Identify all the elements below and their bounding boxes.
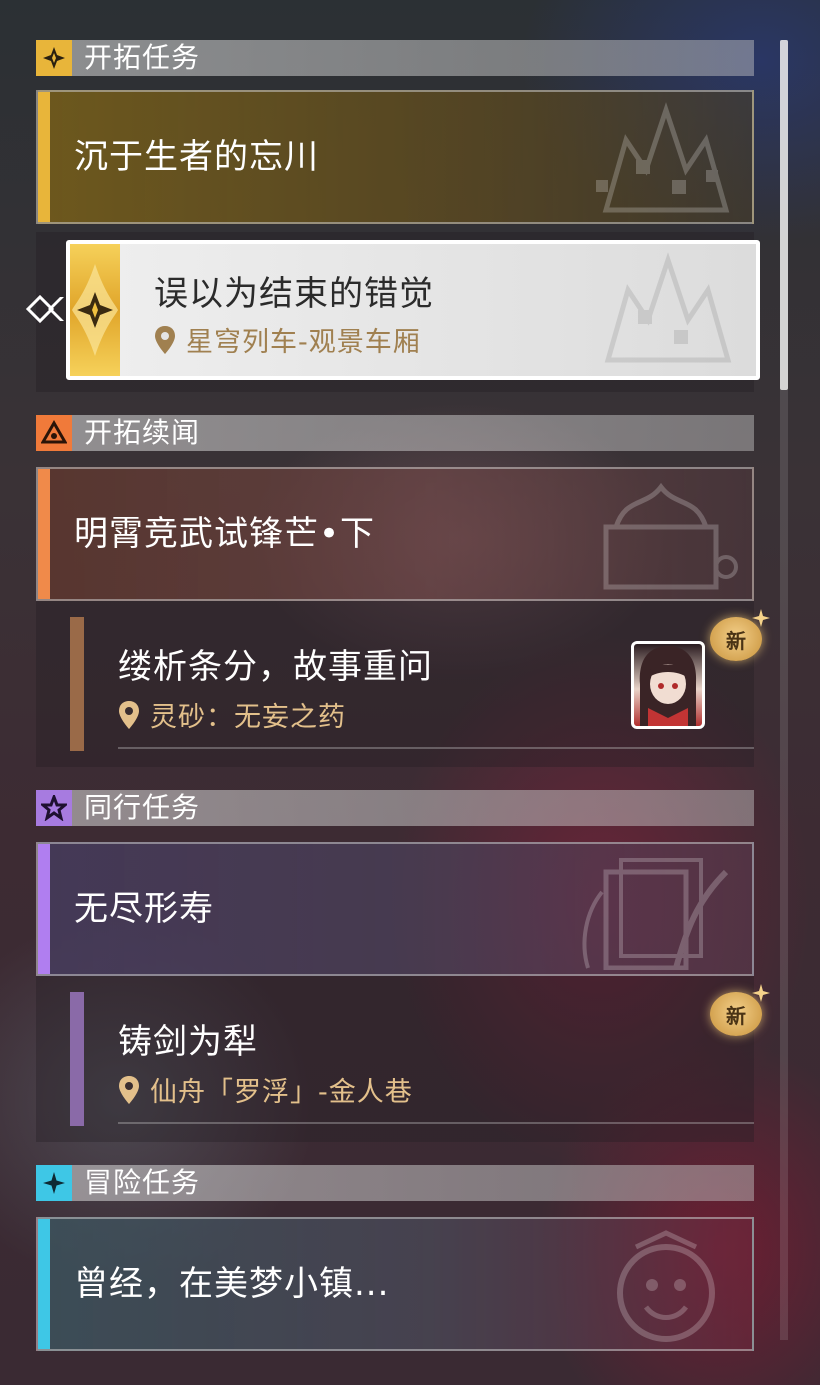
quest-card-stripe <box>38 1219 50 1349</box>
quest-sub-title: 铸剑为犁 <box>118 1022 258 1062</box>
quest-sub-location: 灵砂：无妄之药 <box>118 695 346 734</box>
divider <box>118 747 754 749</box>
section-title: 开拓续闻 <box>84 416 201 449</box>
quest-sub-title: 缕析条分，故事重问 <box>118 647 433 687</box>
quest-sub-card-selected[interactable]: 误以为结束的错觉 星穹列车-观景车厢 <box>66 240 760 380</box>
quest-title: 明霄竞武试锋芒•下 <box>74 514 376 554</box>
quest-sub-location: 星穹列车-观景车厢 <box>154 320 421 359</box>
quest-card-main[interactable]: 沉于生者的忘川 <box>36 90 754 224</box>
quest-card-stripe <box>38 469 50 599</box>
quest-sub-group[interactable]: 铸剑为犁 仙舟「罗浮」-金人巷 新 <box>36 976 770 1142</box>
sparkle-icon <box>752 609 770 627</box>
smiley-badge-emblem-icon <box>617 1230 715 1342</box>
quest-sub-bar <box>70 992 84 1126</box>
dragon-emblem-icon <box>596 102 730 213</box>
quest-card-main[interactable]: 曾经，在美梦小镇... <box>36 1217 754 1351</box>
sparkle-icon <box>36 1165 72 1201</box>
quest-type-emblem <box>70 244 120 376</box>
trailblaze-diamond-icon <box>36 40 72 76</box>
section-header-companion: 同行任务 <box>36 790 754 826</box>
location-pin-icon <box>155 325 175 354</box>
quest-title: 无尽形寿 <box>74 889 214 929</box>
quest-title: 曾经，在美梦小镇... <box>74 1264 390 1304</box>
section-title: 冒险任务 <box>84 1166 201 1199</box>
location-text: 灵砂：无妄之药 <box>150 702 346 733</box>
quest-card-main[interactable]: 明霄竞武试锋芒•下 <box>36 467 754 601</box>
flame-gate-emblem-icon <box>603 482 738 590</box>
section-header-adventure: 冒险任务 <box>36 1165 754 1201</box>
quest-card-main[interactable]: 无尽形寿 <box>36 842 754 976</box>
book-feather-emblem-icon <box>582 858 729 970</box>
quest-sub-group[interactable]: 缕析条分，故事重问 灵砂：无妄之药 新 <box>36 601 770 767</box>
section-title: 开拓任务 <box>84 41 201 74</box>
quest-sub-location: 仙舟「罗浮」-金人巷 <box>118 1070 413 1109</box>
section-header-trailblaze-continuance: 开拓续闻 <box>36 415 754 451</box>
scrollbar-thumb[interactable] <box>780 40 788 390</box>
star-icon <box>36 790 72 826</box>
triangle-eye-icon <box>36 415 72 451</box>
character-avatar <box>631 641 705 729</box>
location-pin-icon <box>119 1075 139 1104</box>
sparkle-icon <box>752 984 770 1002</box>
selection-arrow-icon <box>26 294 64 324</box>
location-text: 仙舟「罗浮」-金人巷 <box>150 1077 413 1108</box>
divider <box>118 1122 754 1124</box>
quest-title: 沉于生者的忘川 <box>74 137 319 177</box>
quest-card-stripe <box>38 92 50 222</box>
location-text: 星穹列车-观景车厢 <box>186 327 421 358</box>
quest-card-stripe <box>38 844 50 974</box>
quest-sub-group: 误以为结束的错觉 星穹列车-观景车厢 <box>26 232 760 392</box>
trailblaze-emblem-icon <box>72 264 118 356</box>
quest-sub-title: 误以为结束的错觉 <box>154 274 434 314</box>
section-title: 同行任务 <box>84 791 201 824</box>
location-pin-icon <box>119 700 139 729</box>
section-header-trailblaze: 开拓任务 <box>36 40 754 76</box>
dragon-emblem-icon <box>604 252 732 363</box>
quest-sub-bar <box>70 617 84 751</box>
